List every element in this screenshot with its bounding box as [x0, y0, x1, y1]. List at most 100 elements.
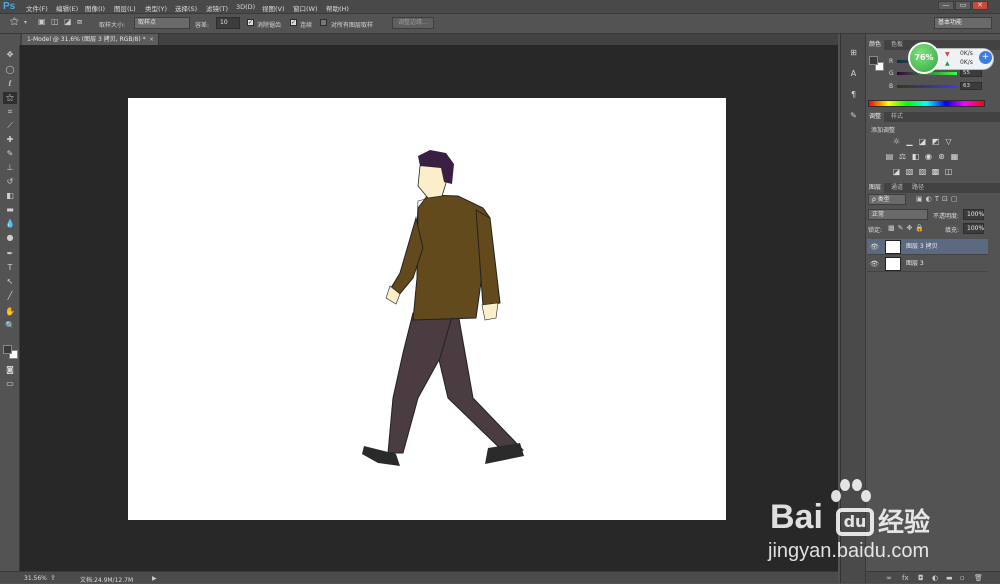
blend-mode-select[interactable]: 正常 — [868, 209, 928, 220]
menu-edit[interactable]: 编辑(E) — [56, 3, 78, 13]
add-icon[interactable]: + — [979, 51, 992, 64]
magic-wand-preset-icon[interactable]: ⚝ — [10, 17, 19, 27]
status-menu-arrow-icon[interactable]: ▶ — [152, 575, 157, 582]
eyedropper-tool-icon[interactable]: ⟋ — [3, 120, 17, 132]
tab-paths[interactable]: 路径 — [909, 183, 927, 193]
menu-filter[interactable]: 滤镜(T) — [206, 3, 228, 13]
threshold-icon[interactable]: ▨ — [918, 167, 927, 176]
contiguous-checkbox[interactable]: ✓ — [290, 19, 297, 26]
curves-icon[interactable]: ◪ — [918, 137, 927, 146]
selective-color-icon[interactable]: ◫ — [944, 167, 953, 176]
move-tool-icon[interactable]: ✥ — [3, 49, 17, 61]
screen-mode-icon[interactable]: ▭ — [3, 378, 17, 390]
color-lookup-icon[interactable]: ▦ — [950, 152, 959, 161]
layer-row[interactable]: 👁 图层 3 — [867, 256, 988, 272]
posterize-icon[interactable]: ▧ — [905, 167, 914, 176]
chevron-down-icon[interactable]: ▾ — [24, 19, 27, 26]
layer-filter-icons[interactable]: ▣◐T⊡▢ — [916, 195, 960, 203]
brush-panel-icon[interactable]: ✎ — [847, 110, 860, 121]
type-tool-icon[interactable]: T — [3, 262, 17, 274]
close-tab-icon[interactable]: × — [149, 34, 154, 45]
levels-icon[interactable]: ▁ — [905, 137, 914, 146]
foreground-color-swatch[interactable] — [3, 345, 12, 354]
color-spectrum-bar[interactable] — [868, 100, 985, 107]
layer-filter-select[interactable]: ρ 类型 — [868, 194, 906, 205]
tab-styles[interactable]: 样式 — [888, 112, 906, 122]
marquee-tool-icon[interactable]: ◯ — [3, 64, 17, 76]
brightness-contrast-icon[interactable]: ☼ — [892, 137, 901, 146]
adjustment-icon[interactable]: ◐ — [932, 574, 938, 582]
tab-layers[interactable]: 图层 — [866, 183, 885, 193]
tab-channels[interactable]: 通道 — [888, 183, 906, 193]
menu-window[interactable]: 窗口(W) — [293, 3, 318, 13]
vibrance-icon[interactable]: ▽ — [944, 137, 953, 146]
tab-color[interactable]: 颜色 — [866, 40, 885, 50]
refine-edge-button[interactable]: 调整边缘... — [392, 17, 434, 29]
character-panel-icon[interactable]: A — [847, 68, 860, 79]
eye-icon[interactable]: 👁 — [870, 239, 879, 255]
fx-icon[interactable]: fx — [902, 574, 909, 582]
invert-icon[interactable]: ◪ — [892, 167, 901, 176]
menu-select[interactable]: 选择(S) — [175, 3, 197, 13]
photo-filter-icon[interactable]: ◉ — [924, 152, 933, 161]
eraser-tool-icon[interactable]: ◧ — [3, 190, 17, 202]
fill-input[interactable]: 100% — [963, 223, 984, 234]
tolerance-input[interactable]: 10 — [216, 17, 240, 29]
history-brush-tool-icon[interactable]: ↺ — [3, 176, 17, 188]
opacity-input[interactable]: 100% — [963, 209, 984, 220]
line-tool-icon[interactable]: ╱ — [3, 290, 17, 302]
menu-view[interactable]: 视图(V) — [262, 3, 285, 13]
crop-tool-icon[interactable]: ⌗ — [3, 106, 17, 118]
blue-value[interactable]: 63 — [960, 82, 982, 90]
close-window-button[interactable]: ✕ — [972, 1, 988, 10]
tab-swatches[interactable]: 色板 — [888, 40, 906, 50]
network-speed-widget[interactable]: 76% ▼ 0K/s ▲ 0K/s + — [908, 42, 994, 74]
document-tab[interactable]: 1-Model @ 31.6% (图层 3 拷贝, RGB/8) * × — [22, 34, 159, 45]
menu-file[interactable]: 文件(F) — [26, 3, 48, 13]
paragraph-panel-icon[interactable]: ¶ — [847, 89, 860, 100]
workspace-select[interactable]: 基本功能 — [934, 17, 992, 29]
magic-wand-tool-icon[interactable]: ⚝ — [3, 92, 17, 104]
intersect-selection-icon[interactable]: ⧈ — [77, 17, 82, 27]
zoom-tool-icon[interactable]: 🔍 — [3, 320, 17, 332]
path-selection-tool-icon[interactable]: ↖ — [3, 276, 17, 288]
document-canvas[interactable] — [128, 98, 726, 520]
tab-adjustments[interactable]: 调整 — [866, 112, 885, 122]
healing-brush-tool-icon[interactable]: ✚ — [3, 134, 17, 146]
color-balance-icon[interactable]: ⚖ — [898, 152, 907, 161]
hue-saturation-icon[interactable]: ▤ — [885, 152, 894, 161]
add-selection-icon[interactable]: ◫ — [51, 17, 59, 26]
export-icon[interactable]: ⇪ — [50, 574, 56, 582]
quick-mask-icon[interactable]: ◙ — [3, 364, 17, 376]
trash-icon[interactable]: 🗑 — [974, 574, 983, 582]
lasso-tool-icon[interactable]: ℓ — [3, 78, 17, 90]
exposure-icon[interactable]: ◩ — [931, 137, 940, 146]
sample-size-select[interactable]: 取样点 — [134, 17, 190, 29]
clone-stamp-tool-icon[interactable]: ⊥ — [3, 162, 17, 174]
restore-button[interactable]: ▭ — [955, 1, 971, 10]
history-panel-icon[interactable]: ⊞ — [847, 47, 860, 58]
menu-layer[interactable]: 图层(L) — [114, 3, 136, 13]
hand-tool-icon[interactable]: ✋ — [3, 306, 17, 318]
blur-tool-icon[interactable]: 💧 — [3, 218, 17, 230]
new-layer-icon[interactable]: ▫ — [960, 574, 965, 582]
sample-all-layers-checkbox[interactable] — [320, 19, 327, 26]
blue-slider[interactable] — [897, 85, 957, 88]
new-selection-icon[interactable]: ▣ — [38, 17, 46, 26]
zoom-level[interactable]: 31.56% — [24, 575, 47, 582]
menu-type[interactable]: 类型(Y) — [145, 3, 167, 13]
menu-help[interactable]: 帮助(H) — [326, 3, 349, 13]
pen-tool-icon[interactable]: ✒ — [3, 248, 17, 260]
dodge-tool-icon[interactable]: ● — [3, 232, 17, 244]
subtract-selection-icon[interactable]: ◪ — [64, 17, 72, 26]
lock-icons[interactable]: ▩✎✥🔒 — [888, 224, 927, 232]
group-icon[interactable]: ▬ — [946, 574, 953, 582]
menu-image[interactable]: 图像(I) — [85, 3, 105, 13]
link-icon[interactable]: ∞ — [886, 574, 892, 582]
black-white-icon[interactable]: ◧ — [911, 152, 920, 161]
menu-3d[interactable]: 3D(D) — [236, 3, 255, 11]
eye-icon[interactable]: 👁 — [870, 256, 879, 272]
color-panel-foreground-swatch[interactable] — [869, 56, 878, 65]
antialias-checkbox[interactable]: ✓ — [247, 19, 254, 26]
minimize-button[interactable]: — — [938, 1, 954, 10]
